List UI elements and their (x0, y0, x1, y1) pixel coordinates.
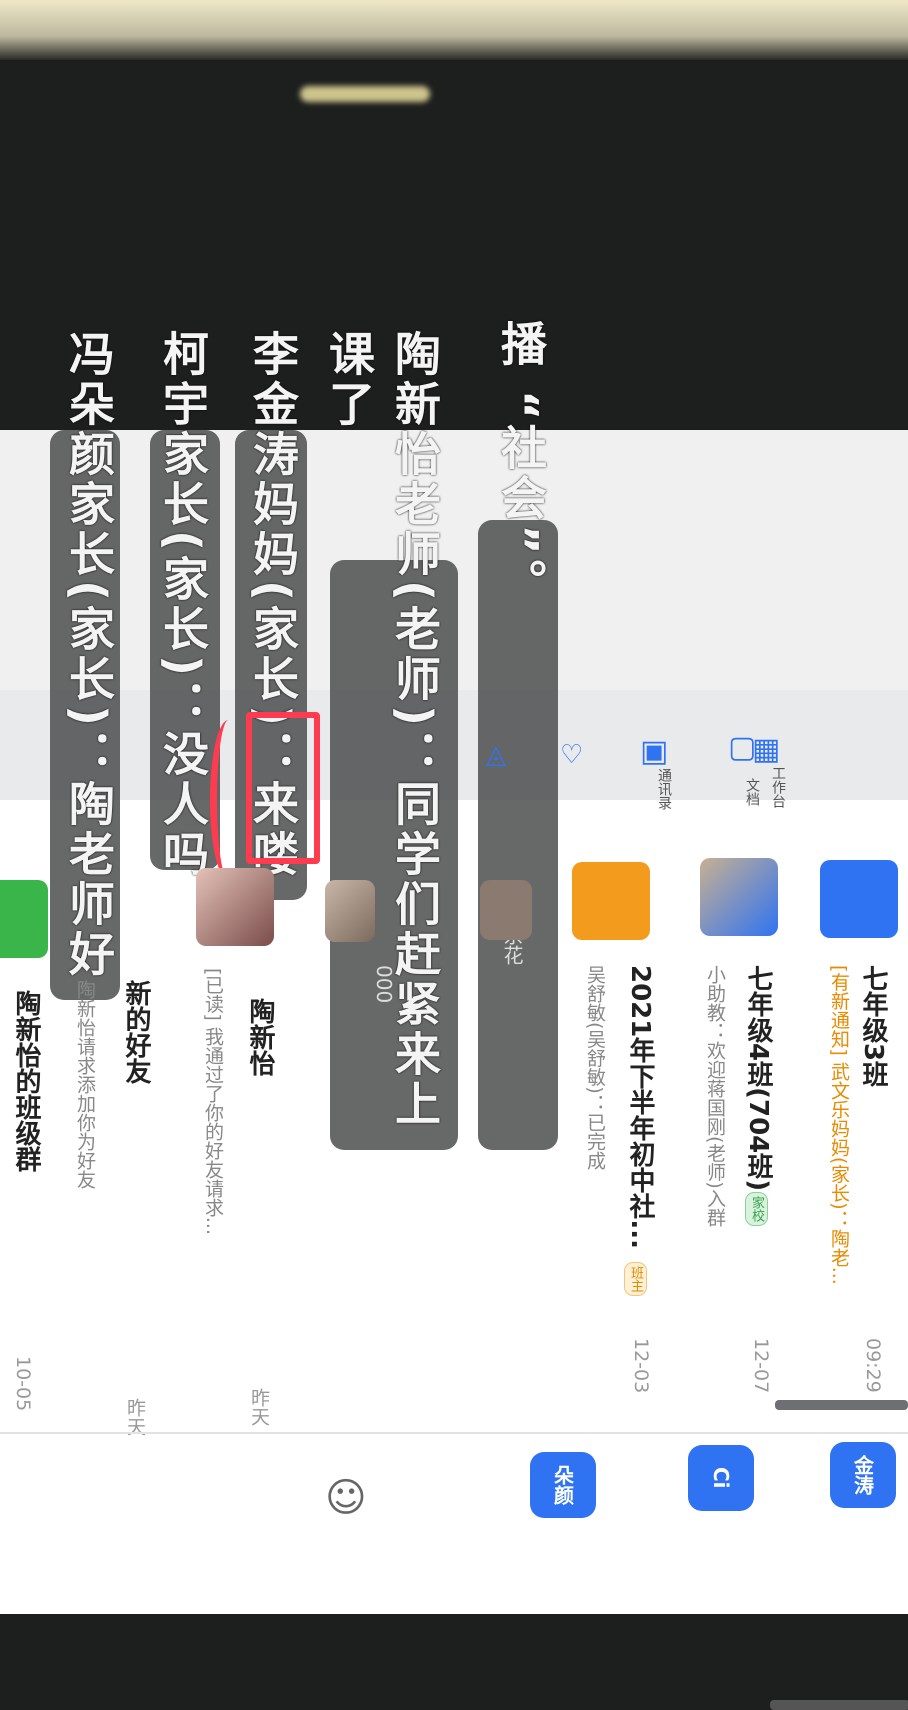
message-line-top: 播 “社会”。 (494, 320, 548, 609)
group-avatar[interactable] (700, 858, 778, 936)
sidebar-label-work: 工作台 (770, 766, 786, 808)
chat-name[interactable]: 陶新怡 (242, 998, 279, 1076)
chat-name[interactable]: 陶新怡的班级群 (8, 990, 45, 1172)
chat-name[interactable]: 七年级3班 (855, 965, 892, 1087)
message-line-feng: 冯朵颜家长(家长)：陶老师好 (62, 330, 116, 981)
group-avatar[interactable] (820, 860, 898, 938)
popup-name-b: 000 (372, 965, 396, 1004)
chat-time: 10-05 (12, 1356, 34, 1412)
heart-icon[interactable]: ♡ (560, 740, 583, 770)
chat-time: 12-03 (630, 1338, 652, 1394)
grid-icon[interactable]: ▦ (752, 732, 780, 767)
chat-name[interactable]: 七年级4班(704班) (740, 965, 777, 1191)
annotation-stroke (210, 720, 247, 880)
chat-time: 12-07 (750, 1338, 772, 1394)
contact-chip[interactable]: Ci (688, 1445, 754, 1511)
message-line-ke: 柯宇家长(家长)：没人吗 (156, 330, 210, 881)
scrollbar[interactable] (775, 1400, 908, 1410)
annotation-box (246, 712, 320, 864)
group-avatar[interactable] (572, 862, 650, 940)
desk-light-reflection (300, 86, 430, 102)
scrollbar[interactable] (770, 1700, 908, 1710)
photo-top-glare (0, 0, 908, 60)
chat-time: 09:29 (862, 1338, 884, 1393)
chat-tag: 班主 (624, 1262, 647, 1296)
chat-tag: 家校 (745, 1192, 768, 1226)
chat-name[interactable]: 2021年下半年初中社... (622, 965, 659, 1249)
chat-preview: [已读] 我通过了你的好友请求... (202, 968, 224, 1235)
chat-preview: [有新通知] 武文乐妈妈(家长)：陶老... (828, 965, 850, 1285)
divider (0, 1432, 908, 1434)
sidebar-label-contacts: 通讯录 (656, 768, 672, 810)
avatar[interactable] (196, 868, 274, 946)
contacts-icon[interactable]: ▣ (640, 734, 668, 769)
group-avatar[interactable] (0, 880, 48, 958)
chat-name[interactable]: 新的好友 (118, 980, 155, 1084)
chat-preview: 小助教：欢迎蒋国刚(老师)入群 (704, 965, 726, 1227)
chat-preview: 陶新怡请求添加你为好友 (74, 980, 96, 1189)
contact-chip[interactable]: 朵颜 (530, 1452, 596, 1518)
message-line-teacher: 陶新怡老师(老师)：同学们赶紧来上课了 (322, 330, 442, 1131)
emoji-icon[interactable]: ☺ (325, 1475, 367, 1521)
notification-bubble (478, 520, 558, 1150)
chat-time: 昨天 (124, 1398, 146, 1436)
chat-time: 昨天 (248, 1388, 270, 1426)
chat-preview: 吴舒敏(吴舒敏)：已完成 (584, 965, 606, 1170)
avatar (325, 880, 375, 942)
bell-icon[interactable]: ◬ (486, 740, 506, 770)
contact-chip[interactable]: 金涛 (830, 1442, 896, 1508)
sidebar-label-doc: 文档 (744, 778, 760, 806)
avatar (480, 880, 532, 940)
